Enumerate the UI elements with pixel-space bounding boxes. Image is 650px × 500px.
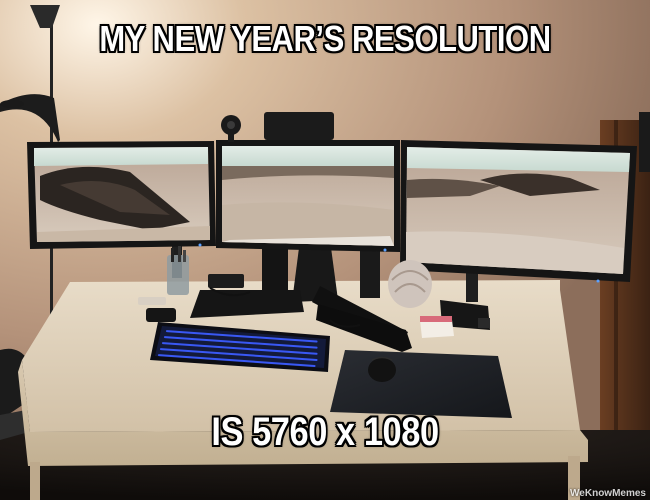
phone: [146, 308, 176, 322]
mouse-pad: [330, 350, 512, 418]
bottom-caption: IS 5760 x 1080: [211, 410, 439, 454]
small-device: [208, 274, 244, 288]
center-monitor: [216, 140, 400, 252]
left-monitor: [27, 141, 216, 249]
remote: [138, 297, 166, 305]
meme-image: MY NEW YEAR’S RESOLUTION IS 5760 x 1080 …: [0, 0, 650, 500]
top-caption: MY NEW YEAR’S RESOLUTION: [99, 18, 551, 59]
sensor-bar: [264, 112, 334, 140]
wall-speaker: [639, 112, 650, 172]
sticky-notes: [420, 316, 454, 338]
seashell: [388, 260, 432, 308]
right-monitor: [400, 140, 637, 282]
watermark-logo: WeKnowMemes: [570, 488, 646, 499]
